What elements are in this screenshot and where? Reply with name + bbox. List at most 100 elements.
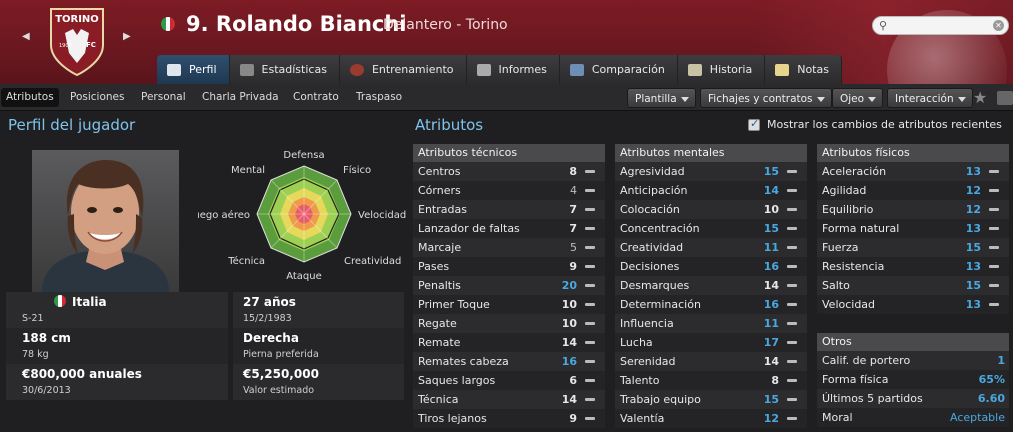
tab-estadisticas[interactable]: Estadísticas	[229, 55, 340, 84]
mental-attributes-column: Atributos mentales Agresividad 15 Anticipa…	[615, 144, 807, 428]
nationality-cell[interactable]: Italia S-21	[6, 292, 228, 328]
attribute-name: Colocación	[620, 203, 680, 216]
attribute-row: Anticipación 14	[615, 181, 807, 200]
height-value: 188 cm	[22, 331, 71, 345]
attribute-value: 6.60	[977, 392, 1005, 405]
attribute-row: Fuerza 15	[817, 238, 1009, 257]
attribute-row: Centros 8	[413, 162, 605, 181]
technical-attributes-header: Atributos técnicos	[413, 144, 605, 162]
subtab-contrato[interactable]: Contrato	[288, 88, 344, 107]
attribute-name: Agilidad	[822, 184, 867, 197]
ojeo-dropdown[interactable]: Ojeo	[832, 88, 884, 108]
radar-label-juego-aereo: Juego aéreo	[198, 209, 250, 221]
attribute-value: 20	[561, 279, 577, 292]
attribute-trend-icon	[787, 322, 797, 325]
search-box[interactable]: ⚲ ✕	[872, 16, 1009, 35]
radar-label-ataque: Ataque	[286, 271, 322, 282]
radar-label-velocidad: Velocidad	[358, 210, 406, 221]
subtab-charla-privada[interactable]: Charla Privada	[197, 88, 284, 107]
subtab-atributos[interactable]: Atributos	[1, 88, 59, 107]
subtab-personal[interactable]: Personal	[136, 88, 191, 107]
attribute-row: Forma natural 13	[817, 219, 1009, 238]
attribute-row: Marcaje 5	[413, 238, 605, 257]
weight-value: 78 kg	[22, 349, 49, 360]
attribute-value: 14	[561, 336, 577, 349]
attribute-name: Remate	[418, 336, 461, 349]
attribute-trend-icon	[585, 398, 595, 401]
attribute-trend-icon	[585, 417, 595, 420]
attribute-row: Primer Toque 10	[413, 295, 605, 314]
attribute-name: Últimos 5 partidos	[822, 392, 923, 405]
attribute-row: Saques largos 6	[413, 371, 605, 390]
player-radar-chart: Defensa Físico Velocidad Creatividad Ata…	[198, 150, 406, 282]
attribute-value: 14	[763, 355, 779, 368]
forward-arrow-icon[interactable]: ▶	[123, 31, 131, 42]
wage-cell: €800,000 anuales 30/6/2013	[6, 364, 228, 400]
interaccion-dropdown[interactable]: Interacción	[887, 88, 973, 108]
birth-date: 15/2/1983	[243, 313, 292, 324]
attribute-value: 11	[763, 241, 779, 254]
attribute-row: Determinación 16	[615, 295, 807, 314]
attribute-row: Pases 9	[413, 257, 605, 276]
attribute-row: Calif. de portero 1	[817, 351, 1009, 370]
tab-comparacion[interactable]: Comparación	[559, 55, 678, 84]
fichajes-dropdown[interactable]: Fichajes y contratos	[700, 88, 832, 108]
attribute-row: Influencia 11	[615, 314, 807, 333]
attribute-row: Lanzador de faltas 7	[413, 219, 605, 238]
torino-crest-logo[interactable]: TORINO 1906 FC	[47, 5, 107, 77]
wage-value: €800,000 anuales	[22, 367, 142, 381]
subtab-traspaso[interactable]: Traspaso	[351, 88, 407, 107]
star-icon[interactable]: ★	[973, 88, 987, 107]
history-icon	[687, 63, 702, 76]
attribute-trend-icon	[787, 379, 797, 382]
menu-icon[interactable]	[997, 91, 1013, 105]
attribute-row: Córners 4	[413, 181, 605, 200]
tab-perfil[interactable]: Perfil	[157, 55, 230, 84]
attribute-name: Aceleración	[822, 165, 887, 178]
attribute-value: 16	[763, 298, 779, 311]
attribute-row: Lucha 17	[615, 333, 807, 352]
attribute-trend-icon	[787, 265, 797, 268]
radar-label-creatividad: Creatividad	[344, 256, 401, 267]
attribute-value: 65%	[978, 373, 1005, 386]
physical-attributes-column: Atributos físicos Aceleración 13 Agilidad 1…	[817, 144, 1009, 314]
player-photo	[32, 150, 179, 292]
tab-entrenamiento[interactable]: Entrenamiento	[339, 55, 467, 84]
attribute-trend-icon	[787, 170, 797, 173]
attribute-trend-icon	[787, 341, 797, 344]
show-changes-checkbox[interactable]	[748, 117, 760, 131]
attribute-name: Equilibrio	[822, 203, 874, 216]
back-arrow-icon[interactable]: ◀	[22, 31, 30, 42]
plantilla-dropdown[interactable]: Plantilla	[627, 88, 696, 108]
foot-label: Pierna preferida	[243, 349, 319, 360]
attribute-name: Decisiones	[620, 260, 680, 273]
attribute-trend-icon	[585, 360, 595, 363]
attribute-trend-icon	[585, 322, 595, 325]
attribute-row: Salto 15	[817, 276, 1009, 295]
tab-historia[interactable]: Historia	[677, 55, 766, 84]
search-input[interactable]	[891, 18, 987, 33]
attribute-name: Córners	[418, 184, 461, 197]
show-changes-label[interactable]: Mostrar los cambios de atributos recient…	[767, 118, 1002, 131]
attribute-value: 14	[561, 393, 577, 406]
radar-label-defensa: Defensa	[283, 150, 324, 161]
attribute-value: Aceptable	[950, 411, 1005, 424]
attribute-trend-icon	[989, 303, 999, 306]
attribute-trend-icon	[585, 208, 595, 211]
attribute-trend-icon	[787, 284, 797, 287]
attribute-name: Forma física	[822, 373, 889, 386]
tab-notas[interactable]: Notas	[765, 55, 842, 84]
player-position-club[interactable]: Delantero - Torino	[383, 17, 508, 33]
subtab-posiciones[interactable]: Posiciones	[65, 88, 129, 107]
attribute-trend-icon	[787, 189, 797, 192]
attribute-name: Determinación	[620, 298, 701, 311]
attribute-row: Técnica 14	[413, 390, 605, 409]
attribute-trend-icon	[585, 246, 595, 249]
attribute-name: Trabajo equipo	[620, 393, 701, 406]
attribute-row: Agresividad 15	[615, 162, 807, 181]
attribute-value: 10	[561, 317, 577, 330]
tab-informes[interactable]: Informes	[466, 55, 560, 84]
attribute-row: Resistencia 13	[817, 257, 1009, 276]
clear-search-icon[interactable]: ✕	[993, 20, 1004, 31]
main-tab-bar: Perfil Estadísticas Entrenamiento Inform…	[157, 55, 842, 84]
